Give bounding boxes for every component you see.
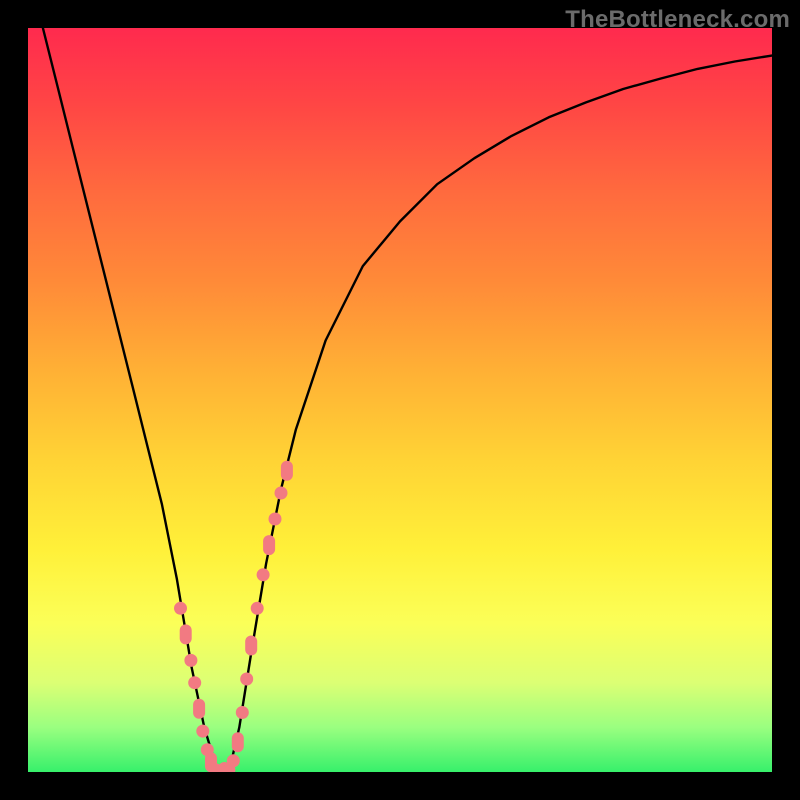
chart-frame: TheBottleneck.com xyxy=(0,0,800,800)
marker-capsule xyxy=(263,535,275,555)
chart-svg xyxy=(28,28,772,772)
marker-dot xyxy=(269,513,282,526)
marker-capsule xyxy=(180,624,192,644)
marker-dot xyxy=(257,568,270,581)
marker-dot xyxy=(275,487,288,500)
marker-dot xyxy=(188,676,201,689)
marker-capsule xyxy=(281,461,293,481)
marker-dot xyxy=(227,754,240,767)
plot-area xyxy=(28,28,772,772)
highlight-markers xyxy=(174,461,293,772)
marker-dot xyxy=(174,602,187,615)
marker-dot xyxy=(184,654,197,667)
marker-dot xyxy=(196,725,209,738)
marker-dot xyxy=(236,706,249,719)
marker-capsule xyxy=(245,636,257,656)
bottleneck-curve xyxy=(43,28,772,772)
marker-dot xyxy=(240,673,253,686)
marker-capsule xyxy=(232,732,244,752)
marker-capsule xyxy=(193,699,205,719)
marker-dot xyxy=(251,602,264,615)
